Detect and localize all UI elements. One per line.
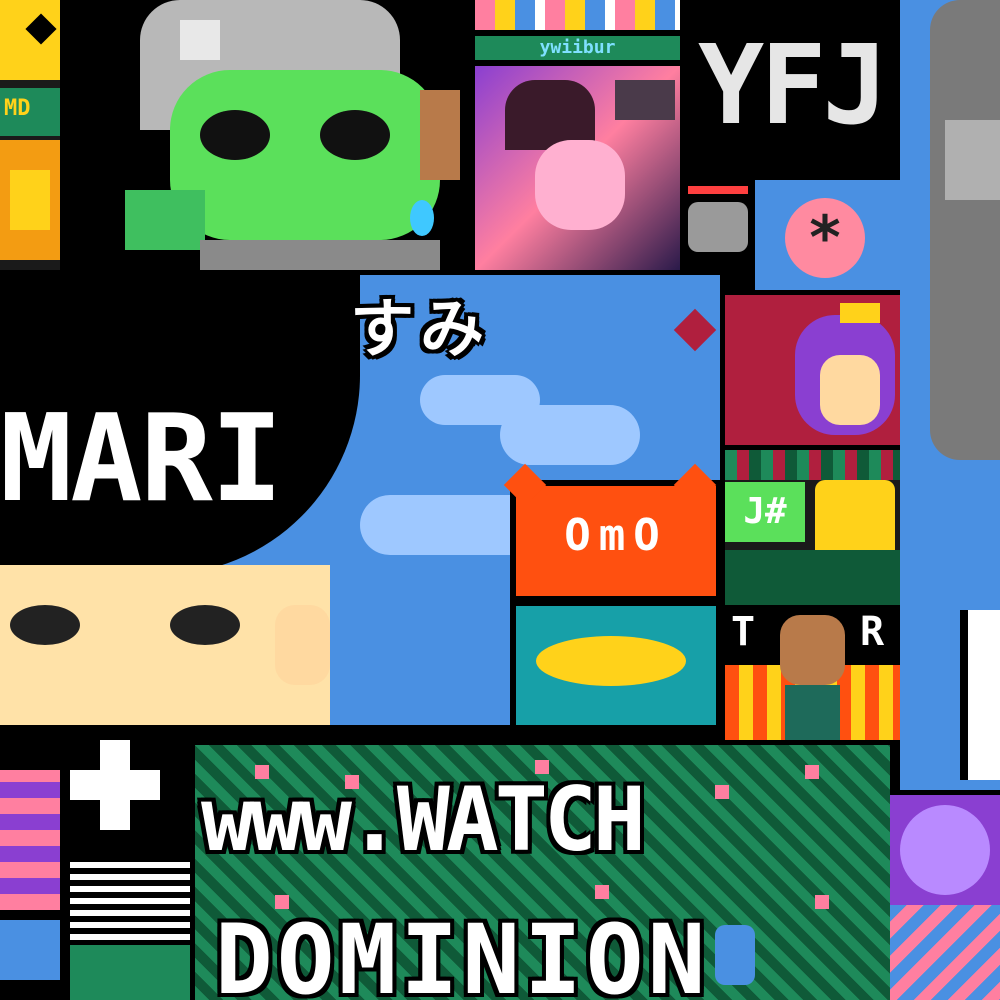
left-eye	[200, 110, 270, 160]
red-line	[688, 186, 748, 194]
md-label: MD	[4, 96, 31, 121]
asterisk-badge: *	[785, 198, 865, 278]
yfj-letters: YFJ	[698, 21, 889, 149]
water-drop-icon	[410, 200, 434, 236]
hair-highlight	[180, 20, 220, 60]
yellow-figure	[10, 170, 50, 230]
color-bar	[475, 0, 680, 30]
gray-creature	[688, 202, 748, 252]
swirl	[900, 805, 990, 895]
flower-8	[815, 895, 829, 909]
j-hash-label: J#	[725, 482, 805, 542]
crown	[840, 303, 880, 323]
pink-pattern	[0, 770, 60, 910]
statue-highlight	[945, 120, 1000, 200]
right-column-tile	[900, 0, 1000, 790]
green-alien-tile	[60, 0, 470, 270]
character-right-eye	[170, 605, 240, 645]
small-gray-tile	[680, 180, 755, 270]
green-hand	[125, 190, 205, 250]
ywiibur-label: ywiibur	[475, 36, 680, 60]
kana-text: すみ	[350, 293, 490, 367]
portrait-face	[535, 140, 625, 230]
yellow-creature	[815, 480, 895, 560]
top-left-tile: MD	[0, 0, 60, 270]
bottom-right-tile	[890, 795, 1000, 1000]
girl-dress	[785, 685, 840, 740]
letter-r: R	[860, 609, 887, 655]
right-eye	[320, 110, 390, 160]
watch-line-1: www.WATCH	[201, 768, 646, 871]
collar	[200, 240, 440, 270]
alien-face	[170, 70, 440, 240]
swirl-pattern	[890, 905, 1000, 1000]
mari-title: MARI	[0, 390, 283, 529]
right-tr-tile: T R	[725, 605, 900, 740]
bottom-left-tile	[0, 730, 195, 1000]
flower-4	[715, 785, 729, 799]
green-ground	[725, 550, 900, 605]
blue-block	[0, 920, 60, 980]
right-purple-tile	[725, 295, 900, 445]
gray-statue	[930, 0, 1000, 460]
girl-head	[780, 615, 845, 685]
right-j-tile: J#	[725, 450, 900, 605]
watch-line-2: DOMINION	[215, 904, 710, 1000]
flower-5	[805, 765, 819, 779]
pattern-strip	[725, 450, 900, 480]
blue-bird-icon	[715, 925, 755, 985]
heart-icon	[673, 308, 717, 352]
purple-face	[820, 355, 880, 425]
cross-horizontal	[70, 770, 160, 800]
letter-t: T	[731, 609, 758, 655]
ear	[420, 90, 460, 180]
character-ear	[275, 605, 330, 685]
cat-body	[510, 600, 720, 725]
flower-7	[595, 885, 609, 899]
yellow-block	[0, 0, 60, 80]
asterisk-tile: *	[755, 180, 900, 290]
yfj-tile: YFJ	[680, 0, 900, 180]
mari-banner: MARI すみ OmO	[0, 275, 720, 725]
ywiibur-tile: ywiibur	[475, 0, 680, 270]
white-stripes	[70, 860, 190, 940]
watch-dominion-banner: www.WATCH DOMINION	[195, 745, 890, 1000]
cloud-2	[500, 405, 640, 465]
cat-belly-badge	[536, 636, 686, 686]
small-creature	[615, 80, 675, 120]
white-bar	[960, 610, 1000, 780]
cat-face-text: OmO	[564, 510, 668, 561]
character-left-eye	[10, 605, 80, 645]
green-block	[70, 945, 190, 1000]
